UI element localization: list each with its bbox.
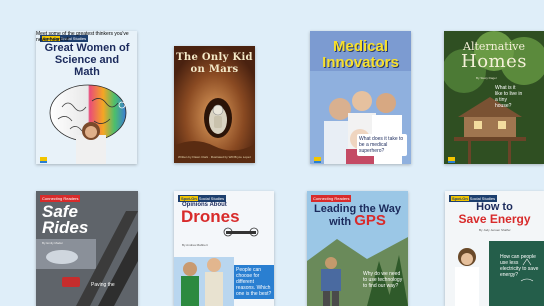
book-author: By Andrea Mabbert xyxy=(182,243,208,247)
book-blurb: What does it take to be a medical superh… xyxy=(357,134,407,156)
book-blurb: What is it like to live in a tiny house? xyxy=(495,85,523,109)
book-cover-how-to-save-energy[interactable]: Spot-On Social Studies How to Save Energy … xyxy=(445,191,544,306)
book-blurb: Meet some of the greatest thinkers you'v… xyxy=(36,31,129,43)
series-badge: Connecting Readers xyxy=(311,195,352,202)
book-title: The Only Kid on Mars xyxy=(176,52,253,75)
book-cover-opinions-about-drones[interactable]: Spot-On Social Studies Opinions About Dro… xyxy=(174,191,274,306)
level-marker xyxy=(40,157,47,163)
book-cover-alternative-homes[interactable]: Alternative Homes By Stacy Dagel What is … xyxy=(444,31,544,164)
book-title: Medical Innovators xyxy=(322,38,399,71)
girl-chalkboard-photo xyxy=(455,241,544,306)
book-author: By Stacy Dagel xyxy=(476,76,497,80)
book-title: Safe Rides xyxy=(42,202,89,237)
book-cover-leading-the-way-with-gps[interactable]: Connecting Readers Leading the Way with G… xyxy=(307,191,408,306)
book-cover-only-kid-on-mars[interactable]: The Only Kid on Mars Written by Flawn Cl… xyxy=(174,46,255,163)
book-cover-great-women[interactable]: Spot-On Social Studies Great Women of Sci… xyxy=(36,31,137,164)
brain-illustration xyxy=(49,84,127,164)
book-blurb: How can people use less electricity to s… xyxy=(500,254,539,278)
book-cover-medical-innovators[interactable]: Medical Innovators What does it take to … xyxy=(310,31,411,164)
book-blurb: People can choose for different reasons.… xyxy=(234,265,274,299)
book-blurb: Paving the xyxy=(91,282,115,288)
book-title: Leading the Way with GPS xyxy=(314,203,401,229)
series-badge: Connecting Readers xyxy=(40,195,81,202)
level-marker xyxy=(314,157,321,163)
book-cover-safe-rides[interactable]: Connecting Readers Safe Rides By Emily M… xyxy=(36,191,138,306)
book-author: By Emily Mader xyxy=(42,241,64,245)
book-blurb: Why do we need to use technology to find… xyxy=(363,271,403,289)
book-author: Written by Flawn Clark · Illustrated by … xyxy=(178,155,251,159)
book-title: Alternative Homes xyxy=(461,40,527,72)
level-marker xyxy=(448,157,455,163)
